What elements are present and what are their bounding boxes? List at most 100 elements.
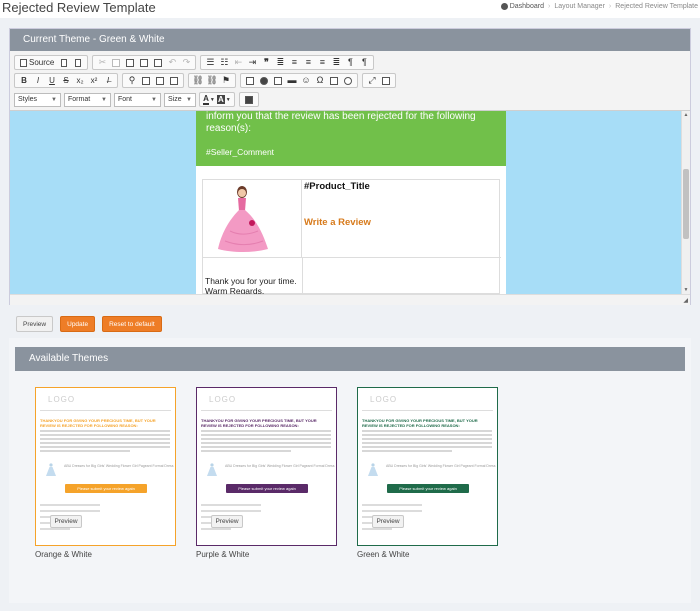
align-left-button[interactable]: ≡ — [288, 56, 300, 69]
italic-button[interactable]: I — [32, 74, 44, 87]
theme-preview-button[interactable]: Preview — [50, 515, 82, 528]
update-button[interactable]: Update — [60, 316, 96, 332]
text-color-button[interactable]: A ▼ — [203, 93, 215, 106]
numbered-list-button[interactable]: ☰ — [204, 56, 216, 69]
bold-button[interactable]: B — [18, 74, 30, 87]
show-blocks-button[interactable] — [380, 74, 392, 87]
templates-button[interactable] — [72, 56, 84, 69]
background-color-button[interactable]: A ▼ — [217, 93, 231, 106]
theme-card[interactable]: LOGO THANKYOU FOR GIVING YOUR PRECIOUS TI… — [35, 387, 176, 546]
horizontal-rule-button[interactable]: ▬ — [286, 74, 298, 87]
justify-button[interactable]: ≣ — [330, 56, 342, 69]
select-all-icon — [156, 76, 164, 85]
paste-text-button[interactable] — [138, 56, 150, 69]
flash-button[interactable] — [258, 74, 270, 87]
save-button[interactable] — [243, 93, 255, 106]
product-table: #Product_Title Write a Review Thank you … — [202, 179, 501, 294]
copy-button[interactable] — [110, 56, 122, 69]
theme-signature-line — [362, 504, 422, 506]
theme-name: Orange & White — [35, 550, 92, 559]
theme-body-line — [362, 438, 492, 440]
align-center-icon: ≡ — [305, 57, 311, 67]
paste-text-icon — [140, 58, 149, 67]
link-button[interactable]: ⛓ — [192, 74, 204, 87]
maximize-button[interactable]: ⤢ — [366, 74, 378, 87]
find-button[interactable]: ⚲ — [126, 74, 138, 87]
blockquote-button[interactable]: ❞ — [260, 56, 272, 69]
size-dropdown[interactable]: Size ▼ — [164, 92, 196, 107]
editor-canvas[interactable]: inform you that the review has been reje… — [10, 111, 690, 294]
scroll-up-arrow-icon[interactable]: ▲ — [682, 111, 690, 119]
replace-button[interactable] — [140, 74, 152, 87]
regards-line: Warm Regards, — [205, 286, 265, 294]
source-icon — [20, 58, 27, 67]
globe-icon — [344, 76, 352, 85]
styles-dropdown[interactable]: Styles ▼ — [14, 92, 61, 107]
paste-word-button[interactable] — [152, 56, 164, 69]
underline-icon: U — [49, 76, 55, 85]
rejection-message: inform you that the review has been reje… — [206, 111, 476, 134]
smiley-button[interactable]: ☺ — [300, 74, 312, 87]
rtl-button[interactable]: ¶ — [358, 56, 370, 69]
theme-card[interactable]: LOGO THANKYOU FOR GIVING YOUR PRECIOUS TI… — [196, 387, 337, 546]
unlink-icon: ⛓ — [206, 75, 218, 85]
image-button[interactable] — [244, 74, 256, 87]
chevron-down-icon: ▼ — [51, 96, 57, 103]
horizontal-rule-icon: ▬ — [287, 75, 297, 85]
email-template-body: inform you that the review has been reje… — [196, 111, 506, 294]
strike-button[interactable]: S — [60, 74, 72, 87]
align-center-button[interactable]: ≡ — [302, 56, 314, 69]
theme-preview-button[interactable]: Preview — [372, 515, 404, 528]
font-dropdown[interactable]: Font ▼ — [114, 92, 161, 107]
page-break-icon — [330, 76, 338, 85]
outdent-button[interactable]: ⇤ — [232, 56, 244, 69]
table-button[interactable] — [272, 74, 284, 87]
theme-body-line — [201, 442, 331, 444]
resize-grip-icon[interactable]: ◢ — [683, 297, 688, 304]
bulleted-list-button[interactable]: ☷ — [218, 56, 230, 69]
toolbar-group-insert: ▬ ☺ Ω — [240, 73, 358, 88]
align-right-icon: ≡ — [319, 57, 325, 67]
theme-body-line — [201, 430, 331, 432]
source-button[interactable]: Source — [18, 56, 56, 69]
scroll-down-arrow-icon[interactable]: ▼ — [682, 286, 690, 294]
ltr-button[interactable]: ¶ — [344, 56, 356, 69]
theme-preview-button[interactable]: Preview — [211, 515, 243, 528]
align-right-button[interactable]: ≡ — [316, 56, 328, 69]
show-blocks-icon — [382, 76, 390, 85]
unlink-button[interactable]: ⛓ — [206, 74, 218, 87]
page-break-button[interactable] — [328, 74, 340, 87]
breadcrumb-layout-manager[interactable]: Layout Manager — [554, 3, 605, 10]
toolbar-group-colors: A ▼ A ▼ — [199, 92, 235, 107]
theme-body-line — [201, 446, 331, 448]
remove-format-button[interactable]: I̶ — [102, 74, 114, 87]
breadcrumb-dashboard[interactable]: Dashboard — [500, 3, 544, 10]
breadcrumb-separator: › — [547, 3, 551, 10]
scroll-thumb[interactable] — [683, 169, 689, 239]
special-char-button[interactable]: Ω — [314, 74, 326, 87]
redo-button[interactable]: ↷ — [180, 56, 192, 69]
product-title-placeholder: #Product_Title — [304, 181, 370, 192]
subscript-button[interactable]: x₂ — [74, 74, 86, 87]
format-dropdown[interactable]: Format ▼ — [64, 92, 111, 107]
anchor-button[interactable]: ⚑ — [220, 74, 232, 87]
theme-card[interactable]: LOGO THANKYOU FOR GIVING YOUR PRECIOUS TI… — [357, 387, 498, 546]
theme-product-name: ABU Dresses for Big Girls' Wedding Flowe… — [64, 464, 174, 468]
select-all-button[interactable] — [154, 74, 166, 87]
undo-button[interactable]: ↶ — [166, 56, 178, 69]
editor-scrollbar[interactable]: ▲ ▼ — [681, 111, 690, 294]
indent-button[interactable]: ⇥ — [246, 56, 258, 69]
write-review-link[interactable]: Write a Review — [304, 217, 371, 228]
cut-button[interactable]: ✂ — [96, 56, 108, 69]
theme-divider — [201, 410, 332, 411]
underline-button[interactable]: U — [46, 74, 58, 87]
superscript-button[interactable]: x² — [88, 74, 100, 87]
iframe-button[interactable] — [342, 74, 354, 87]
spellcheck-button[interactable] — [168, 74, 180, 87]
new-page-button[interactable] — [58, 56, 70, 69]
toolbar-group-basicstyles: B I U S x₂ x² I̶ — [14, 73, 118, 88]
paste-button[interactable] — [124, 56, 136, 69]
div-button[interactable]: ≣ — [274, 56, 286, 69]
preview-button[interactable]: Preview — [16, 316, 54, 332]
reset-default-button[interactable]: Reset to default — [102, 316, 162, 332]
